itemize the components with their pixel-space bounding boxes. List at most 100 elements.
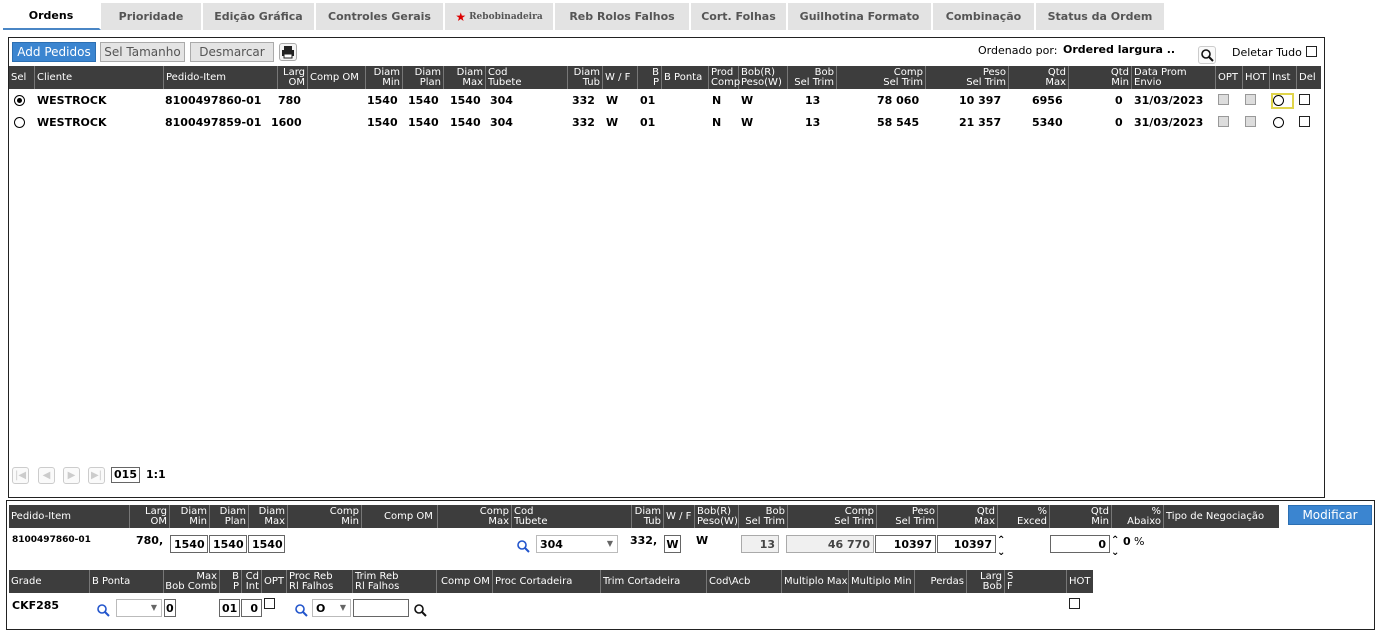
cell-cliente: WESTROCK	[37, 116, 107, 129]
col-label: Tipo de Negociação	[1166, 510, 1265, 522]
col-label: Abaixo	[1127, 515, 1161, 527]
search-b-ponta-icon[interactable]	[96, 603, 110, 617]
diam-max-input[interactable]: 1540	[248, 535, 285, 553]
tab-ordens[interactable]: Ordens	[3, 3, 101, 30]
tab-controles-gerais[interactable]: Controles Gerais	[316, 3, 445, 30]
ordenado-value[interactable]: Ordered largura ..	[1063, 43, 1175, 56]
search-proc-reb-icon[interactable]	[294, 603, 308, 617]
col-label: %	[1151, 505, 1161, 517]
col-label: Proc Cortadeira	[495, 575, 573, 587]
col-label: Cod	[514, 505, 534, 517]
col-del: Del	[1297, 66, 1321, 89]
col-label: Grade	[11, 575, 42, 587]
bp-input[interactable]: 01	[219, 599, 240, 617]
col-label: Diam	[258, 505, 285, 517]
del-checkbox[interactable]	[1299, 94, 1310, 105]
col-diam-plan: Diam Plan	[403, 66, 444, 89]
sel-tamanho-button[interactable]: Sel Tamanho	[100, 42, 185, 62]
tab-guilhotina-formato[interactable]: Guilhotina Formato	[788, 3, 933, 30]
col-label: Peso	[911, 505, 935, 517]
diam-plan-input[interactable]: 1540	[209, 535, 247, 553]
col-label: Peso(W)	[697, 515, 738, 527]
opt-checkbox[interactable]	[264, 598, 275, 609]
col-diam-max: Diam Max	[444, 66, 486, 89]
col-hot: HOT	[1243, 66, 1270, 89]
inst-radio[interactable]	[1273, 95, 1284, 106]
print-icon[interactable]	[279, 43, 297, 61]
col-label: Tubete	[514, 515, 548, 527]
col-label: Sel Trim	[834, 515, 874, 527]
first-page-icon[interactable]: |◀	[12, 467, 29, 484]
b-ponta-select[interactable]: ▼	[116, 599, 162, 617]
hot-checkbox[interactable]	[1245, 94, 1256, 105]
detail-diam-tub: 332,	[630, 534, 658, 547]
dcol-diam-tub: Diam Tub	[632, 505, 664, 528]
caret-down-icon[interactable]: ⌄	[1111, 548, 1119, 558]
prev-page-icon[interactable]: ◀	[38, 467, 55, 484]
page-number-input[interactable]: 015	[111, 467, 140, 483]
gcol-trim-reb: Trim Reb Rl Falhos	[353, 570, 437, 593]
dcol-comp-sel: Comp Sel Trim	[788, 505, 877, 528]
qtd-min-input[interactable]: 0	[1050, 535, 1110, 553]
col-label: Qtd	[976, 505, 995, 517]
modificar-button[interactable]: Modificar	[1288, 505, 1372, 525]
comp-sel-trim-input: 46 770	[786, 535, 874, 553]
peso-sel-trim-input[interactable]: 10397	[875, 535, 936, 553]
trim-reb-input[interactable]	[353, 599, 409, 617]
opt-checkbox[interactable]	[1218, 116, 1229, 127]
desmarcar-button[interactable]: Desmarcar	[190, 42, 274, 62]
last-page-icon[interactable]: ▶|	[88, 467, 105, 484]
tab-rebobinadeira[interactable]: ★ Rebobinadeira	[445, 3, 555, 30]
col-sel: Sel	[9, 66, 35, 89]
caret-down-icon[interactable]: ⌄	[997, 548, 1005, 558]
tab-edicao-grafica[interactable]: Edição Gráfica	[203, 3, 316, 30]
cell-bob-sel: 13	[805, 116, 821, 129]
caret-up-icon[interactable]: ⌃	[997, 536, 1005, 546]
tab-reb-rolos-falhos[interactable]: Reb Rolos Falhos	[555, 3, 691, 30]
tab-cort-folhas[interactable]: Cort. Folhas	[691, 3, 788, 30]
col-label: W / F	[605, 71, 631, 83]
wf-input[interactable]: W	[664, 535, 681, 553]
col-label: W / F	[666, 510, 692, 522]
cell-wf: W	[606, 94, 619, 107]
col-label: B	[652, 66, 659, 78]
cell-cliente: WESTROCK	[37, 94, 107, 107]
proc-reb-select[interactable]: O ▼	[312, 599, 351, 617]
diam-min-input[interactable]: 1540	[170, 535, 208, 553]
search-icon[interactable]	[1198, 46, 1216, 64]
col-label: Diam	[573, 66, 600, 78]
col-label: OM	[288, 76, 306, 88]
del-checkbox[interactable]	[1299, 116, 1310, 127]
table-row[interactable]: WESTROCK 8100497860-01 780 1540 1540 154…	[9, 91, 1321, 111]
tab-prioridade[interactable]: Prioridade	[101, 3, 203, 30]
table-row[interactable]: WESTROCK 8100497859-01 1600 1540 1540 15…	[9, 113, 1321, 133]
tab-combinacao[interactable]: Combinação	[933, 3, 1036, 30]
col-label: Bob(R)	[741, 66, 776, 78]
next-page-icon[interactable]: ▶	[63, 467, 80, 484]
opt-checkbox[interactable]	[1218, 94, 1229, 105]
row-select-radio[interactable]	[14, 117, 25, 128]
add-pedidos-button[interactable]: Add Pedidos	[12, 42, 96, 62]
select-value: 304	[540, 537, 563, 551]
cell-diam-tub: 332	[572, 94, 595, 107]
hot-checkbox[interactable]	[1069, 598, 1080, 609]
col-label: P	[232, 580, 239, 592]
caret-up-icon[interactable]: ⌃	[1111, 536, 1119, 546]
search-trim-reb-icon[interactable]	[413, 603, 427, 617]
hot-checkbox[interactable]	[1245, 116, 1256, 127]
inst-radio[interactable]	[1273, 117, 1284, 128]
cod-tubete-select[interactable]: 304 ▼	[536, 535, 618, 553]
tab-status-da-ordem[interactable]: Status da Ordem	[1036, 3, 1166, 30]
gcol-sf: SF	[1005, 570, 1067, 593]
qtd-max-input[interactable]: 10397	[937, 535, 996, 553]
cd-int-input[interactable]: 0	[241, 599, 262, 617]
col-label: Exced	[1016, 515, 1047, 527]
col-label: Plan	[224, 515, 246, 527]
search-tubete-icon[interactable]	[516, 539, 530, 553]
col-label: Diam	[634, 505, 661, 517]
max-bob-comb-input[interactable]: 0	[164, 599, 176, 617]
deletar-tudo-checkbox[interactable]	[1306, 46, 1317, 57]
col-label: Sel Trim	[895, 515, 935, 527]
row-select-radio[interactable]	[14, 95, 25, 106]
detail-bob: W	[696, 534, 709, 547]
